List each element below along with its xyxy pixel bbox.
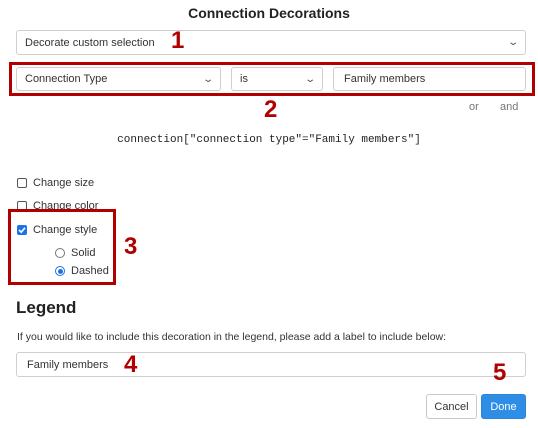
field-select[interactable]: Connection Type ⌄: [16, 67, 221, 91]
style-solid-label: Solid: [71, 247, 96, 259]
style-dashed-radio[interactable]: [55, 266, 65, 276]
change-style-option[interactable]: Change style: [17, 224, 97, 236]
dialog-title: Connection Decorations: [188, 5, 350, 21]
decoration-mode-value: Decorate custom selection: [25, 36, 155, 49]
and-link[interactable]: and: [500, 101, 518, 113]
annotation-2: 2: [264, 96, 278, 123]
chevron-down-icon: ⌄: [303, 73, 316, 85]
done-button[interactable]: Done: [481, 394, 526, 419]
annotation-5: 5: [493, 359, 507, 386]
operator-select-value: is: [240, 73, 248, 85]
decoration-mode-select[interactable]: Decorate custom selection ⌄: [16, 30, 526, 55]
cancel-button[interactable]: Cancel: [426, 394, 477, 419]
chevron-down-icon: ⌄: [201, 73, 214, 85]
change-color-clip: [17, 200, 102, 209]
annotation-1: 1: [171, 27, 185, 54]
annotation-3: 3: [124, 233, 138, 260]
chevron-down-icon: ⌄: [506, 37, 519, 48]
filter-value-input[interactable]: Family members: [333, 67, 526, 91]
change-style-label: Change style: [33, 224, 98, 236]
annotation-4: 4: [124, 351, 138, 378]
change-size-checkbox[interactable]: [17, 178, 27, 188]
change-size-option[interactable]: Change size: [17, 177, 94, 189]
legend-help-text: If you would like to include this decora…: [17, 331, 447, 343]
style-dashed-label: Dashed: [71, 265, 109, 277]
change-style-checkbox[interactable]: [17, 225, 27, 235]
operator-select[interactable]: is ⌄: [231, 67, 323, 91]
query-preview: connection["connection type"="Family mem…: [117, 134, 421, 146]
style-dashed-option[interactable]: Dashed: [55, 265, 109, 277]
field-select-value: Connection Type: [25, 73, 108, 85]
or-link[interactable]: or: [469, 101, 479, 113]
radio-dot: [57, 268, 63, 274]
change-size-label: Change size: [33, 177, 95, 189]
style-solid-radio[interactable]: [55, 248, 65, 258]
filter-value-text: Family members: [344, 73, 426, 85]
legend-heading: Legend: [16, 298, 77, 317]
check-icon: [18, 227, 26, 234]
legend-label-value: Family members: [27, 358, 109, 371]
legend-label-input[interactable]: Family members: [16, 352, 526, 377]
style-solid-option[interactable]: Solid: [55, 247, 95, 259]
